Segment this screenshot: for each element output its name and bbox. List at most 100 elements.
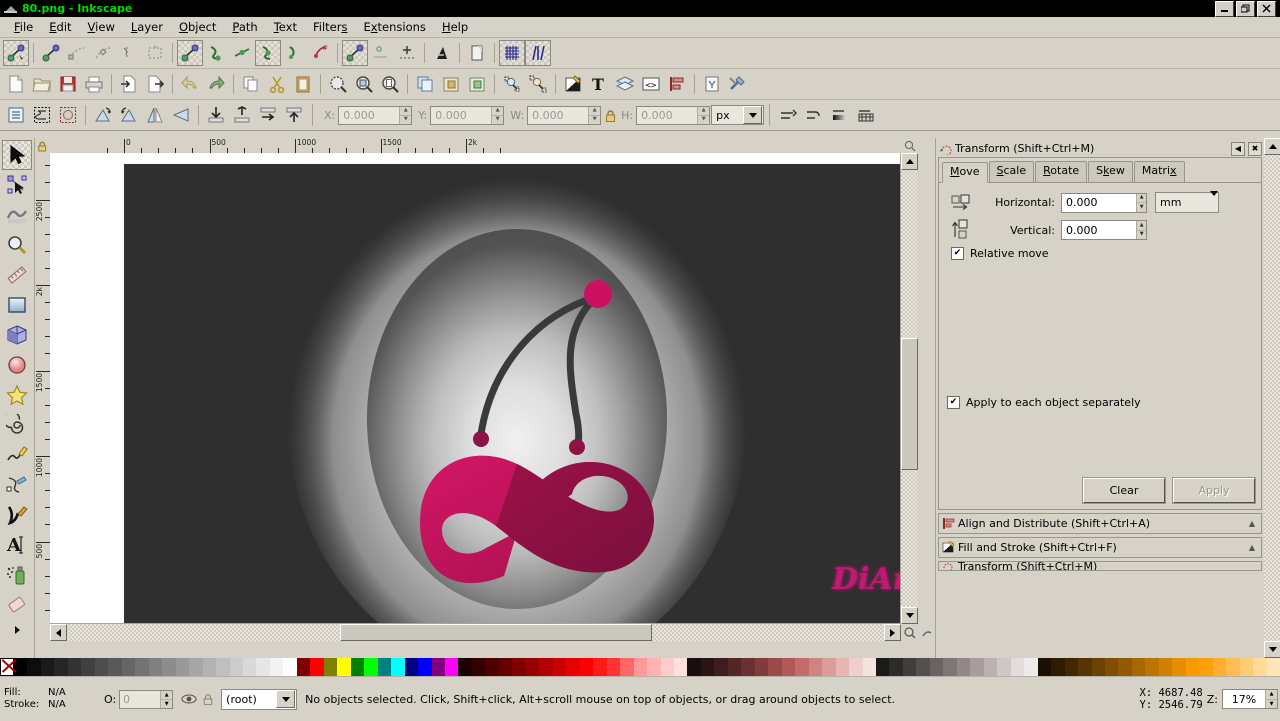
- align-and-distribute-icon[interactable]: [664, 71, 690, 97]
- tab-scale[interactable]: Scale: [988, 161, 1035, 182]
- palette-none-swatch[interactable]: [0, 658, 14, 676]
- menu-object[interactable]: Object: [171, 18, 224, 36]
- palette-swatch[interactable]: [1024, 658, 1038, 676]
- zoom-tool[interactable]: [2, 230, 32, 260]
- vertical-input[interactable]: [1062, 221, 1137, 239]
- palette-swatch[interactable]: [445, 658, 459, 676]
- menu-help[interactable]: Help: [434, 18, 476, 36]
- palette-swatch[interactable]: [889, 658, 903, 676]
- select-all-in-all-layers-icon[interactable]: [29, 102, 55, 128]
- transform-unit-dropdown-arrow[interactable]: [1210, 191, 1218, 209]
- palette-swatch[interactable]: [647, 658, 661, 676]
- tab-rotate[interactable]: Rotate: [1035, 161, 1088, 182]
- vertical-field[interactable]: ▲▼: [1061, 220, 1147, 240]
- palette-swatch[interactable]: [1253, 658, 1267, 676]
- palette-swatch[interactable]: [606, 658, 621, 676]
- dock-scrollbar[interactable]: [1264, 138, 1280, 658]
- ungroup-icon[interactable]: [464, 71, 490, 97]
- affect-rounded-corners-icon[interactable]: [801, 102, 827, 128]
- palette-swatch[interactable]: [593, 658, 607, 676]
- palette-swatch[interactable]: [997, 658, 1011, 676]
- palette-swatch[interactable]: [700, 658, 715, 676]
- palette-swatch[interactable]: [108, 658, 122, 676]
- object-to-path-button[interactable]: [342, 40, 368, 66]
- palette-swatch[interactable]: [14, 658, 28, 676]
- palette-swatch[interactable]: [1239, 658, 1254, 676]
- menu-text[interactable]: Text: [266, 18, 305, 36]
- palette-swatch[interactable]: [795, 658, 809, 676]
- palette-swatch[interactable]: [418, 658, 432, 676]
- clone-icon[interactable]: [499, 71, 525, 97]
- palette-swatch[interactable]: [404, 658, 419, 676]
- palette-swatch[interactable]: [256, 658, 270, 676]
- show-path-outline-button[interactable]: [429, 40, 455, 66]
- spiral-tool[interactable]: [2, 410, 32, 440]
- palette-swatch[interactable]: [94, 658, 109, 676]
- undo-icon[interactable]: [177, 71, 203, 97]
- units-combo[interactable]: px: [711, 105, 765, 125]
- palette-swatch[interactable]: [1037, 658, 1052, 676]
- palette-swatch[interactable]: [81, 658, 95, 676]
- break-path-button[interactable]: [64, 40, 90, 66]
- join-with-segment-button[interactable]: [116, 40, 142, 66]
- text-and-font-icon[interactable]: T: [586, 71, 612, 97]
- horizontal-stepper[interactable]: ▲ ▼: [1136, 193, 1146, 212]
- expand-align-chevron-icon[interactable]: ▲: [1249, 519, 1261, 528]
- palette-swatch[interactable]: [687, 658, 701, 676]
- palette-swatch[interactable]: [350, 658, 365, 676]
- selector-tool[interactable]: [2, 140, 32, 170]
- palette-swatch[interactable]: [956, 658, 971, 676]
- palette-swatch[interactable]: [1078, 658, 1092, 676]
- drawing-canvas[interactable]: DiArt: [50, 153, 901, 624]
- duplicate-icon[interactable]: [412, 71, 438, 97]
- menu-edit[interactable]: Edit: [41, 18, 79, 36]
- palette-swatch[interactable]: [862, 658, 876, 676]
- import-icon[interactable]: [116, 71, 142, 97]
- palette-swatch[interactable]: [835, 658, 850, 676]
- opacity-stepper[interactable]: ▲ ▼: [160, 690, 173, 708]
- palette-swatch[interactable]: [633, 658, 648, 676]
- palette-swatch[interactable]: [323, 658, 338, 676]
- relative-move-checkbox[interactable]: ✔: [951, 247, 964, 260]
- tab-move[interactable]: Move: [942, 162, 988, 183]
- zoom-selection-icon[interactable]: [325, 71, 351, 97]
- vertical-stepper[interactable]: ▲ ▼: [1136, 221, 1146, 239]
- deselect-icon[interactable]: [55, 102, 81, 128]
- fill-stroke-indicator[interactable]: Fill: N/A Stroke: N/A: [0, 687, 100, 711]
- w-field[interactable]: ▲▼: [527, 105, 602, 125]
- stroke-to-path-button[interactable]: [368, 40, 394, 66]
- palette-swatch[interactable]: [498, 658, 513, 676]
- next-path-effect-parameter-button[interactable]: [525, 40, 551, 66]
- palette-swatch[interactable]: [242, 658, 257, 676]
- y-stepper[interactable]: ▲ ▼: [491, 106, 504, 124]
- close-dialog-button[interactable]: ✖: [1248, 141, 1262, 156]
- palette-swatch[interactable]: [902, 658, 917, 676]
- open-document-icon[interactable]: [29, 71, 55, 97]
- palette-swatch[interactable]: [364, 658, 378, 676]
- palette-swatch[interactable]: [1064, 658, 1079, 676]
- palette-swatch[interactable]: [1131, 658, 1146, 676]
- palette-swatch[interactable]: [741, 658, 755, 676]
- apply-button[interactable]: Apply: [1172, 477, 1256, 504]
- layer-lock-icon[interactable]: [202, 692, 215, 706]
- palette-swatch[interactable]: [673, 658, 688, 676]
- w-input[interactable]: [528, 106, 589, 124]
- palette-swatch[interactable]: [431, 658, 445, 676]
- preferences-icon[interactable]: [725, 71, 751, 97]
- flip-horizontal-icon[interactable]: [142, 102, 168, 128]
- layer-dropdown-arrow[interactable]: [276, 690, 296, 708]
- scroll-up-button[interactable]: [901, 153, 918, 170]
- palette-swatch[interactable]: [1118, 658, 1132, 676]
- copy-icon[interactable]: [238, 71, 264, 97]
- segment-to-curve-button[interactable]: #: [307, 40, 333, 66]
- palette-swatch[interactable]: [296, 658, 311, 676]
- relative-move-row[interactable]: ✔ Relative move: [943, 244, 1257, 263]
- raise-to-top-icon[interactable]: [281, 102, 307, 128]
- fill-and-stroke-icon[interactable]: [560, 71, 586, 97]
- paste-icon[interactable]: [290, 71, 316, 97]
- clear-button[interactable]: Clear: [1082, 477, 1166, 504]
- palette-swatch[interactable]: [162, 658, 176, 676]
- undock-button[interactable]: ◀: [1231, 141, 1245, 156]
- horizontal-scroll-thumb[interactable]: [340, 624, 652, 641]
- collapsed-transform[interactable]: Transform (Shift+Ctrl+M): [938, 561, 1262, 571]
